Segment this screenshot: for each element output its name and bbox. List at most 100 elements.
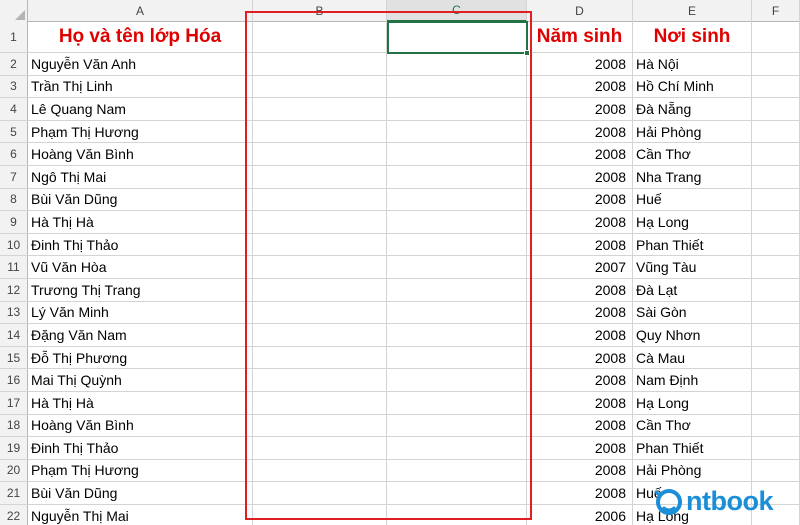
empty-cell-c[interactable] [387,369,527,391]
year-cell[interactable]: 2008 [527,188,633,211]
empty-cell-b[interactable] [253,482,387,504]
empty-cell-f[interactable] [752,211,800,233]
place-cell[interactable]: Phan Thiết [633,437,752,459]
empty-cell-c[interactable] [387,324,527,346]
empty-cell-f[interactable] [752,278,800,301]
row-number[interactable]: 10 [0,233,28,256]
empty-cell-b[interactable] [253,165,387,188]
row-number[interactable]: 15 [0,346,28,369]
year-cell[interactable]: 2006 [527,504,633,525]
name-cell[interactable]: Phạm Thị Hương [28,459,253,482]
place-cell[interactable]: Hạ Long [633,211,752,233]
name-header-cell[interactable]: Họ và tên lớp Hóa [28,22,253,52]
empty-cell-b[interactable] [253,233,387,256]
empty-cell-f[interactable] [752,188,800,211]
name-cell[interactable]: Trần Thị Linh [28,75,253,98]
empty-cell-f[interactable] [752,53,800,75]
cell-c1[interactable] [387,22,527,52]
name-cell[interactable]: Hà Thị Hà [28,211,253,233]
year-cell[interactable]: 2008 [527,143,633,165]
empty-cell-f[interactable] [752,165,800,188]
place-cell[interactable]: Huế [633,188,752,211]
place-cell[interactable]: Phan Thiết [633,233,752,256]
row-number[interactable]: 13 [0,301,28,324]
empty-cell-b[interactable] [253,301,387,324]
row-number[interactable]: 11 [0,256,28,278]
year-cell[interactable]: 2008 [527,211,633,233]
empty-cell-f[interactable] [752,256,800,278]
empty-cell-f[interactable] [752,346,800,369]
empty-cell-c[interactable] [387,482,527,504]
year-cell[interactable]: 2008 [527,301,633,324]
empty-cell-b[interactable] [253,98,387,120]
row-number[interactable]: 6 [0,143,28,165]
year-cell[interactable]: 2008 [527,482,633,504]
column-header-b[interactable]: B [253,0,387,22]
empty-cell-c[interactable] [387,120,527,143]
year-cell[interactable]: 2008 [527,369,633,391]
name-cell[interactable]: Ngô Thị Mai [28,165,253,188]
empty-cell-c[interactable] [387,188,527,211]
year-cell[interactable]: 2007 [527,256,633,278]
empty-cell-c[interactable] [387,278,527,301]
year-cell[interactable]: 2008 [527,278,633,301]
place-cell[interactable]: Cần Thơ [633,414,752,437]
row-number[interactable]: 14 [0,324,28,346]
empty-cell-c[interactable] [387,75,527,98]
select-all-button[interactable] [0,0,28,22]
empty-cell-f[interactable] [752,391,800,414]
year-header-cell[interactable]: Năm sinh [527,22,633,52]
empty-cell-b[interactable] [253,459,387,482]
cell-b1[interactable] [253,22,387,52]
year-cell[interactable]: 2008 [527,346,633,369]
year-cell[interactable]: 2008 [527,120,633,143]
row-number[interactable]: 3 [0,75,28,98]
empty-cell-c[interactable] [387,391,527,414]
name-cell[interactable]: Đỗ Thị Phương [28,346,253,369]
column-header-e[interactable]: E [633,0,752,22]
year-cell[interactable]: 2008 [527,53,633,75]
year-cell[interactable]: 2008 [527,459,633,482]
empty-cell-c[interactable] [387,346,527,369]
empty-cell-c[interactable] [387,504,527,525]
row-number[interactable]: 16 [0,369,28,391]
place-cell[interactable]: Đà Nẵng [633,98,752,120]
empty-cell-f[interactable] [752,120,800,143]
name-cell[interactable]: Đinh Thị Thảo [28,233,253,256]
empty-cell-f[interactable] [752,75,800,98]
name-cell[interactable]: Hoàng Văn Bình [28,143,253,165]
empty-cell-b[interactable] [253,278,387,301]
year-cell[interactable]: 2008 [527,414,633,437]
place-cell[interactable]: Hải Phòng [633,120,752,143]
cell-f1[interactable] [752,22,800,52]
row-number[interactable]: 1 [0,22,28,52]
empty-cell-b[interactable] [253,143,387,165]
empty-cell-f[interactable] [752,414,800,437]
empty-cell-f[interactable] [752,301,800,324]
empty-cell-c[interactable] [387,414,527,437]
column-header-f[interactable]: F [752,0,800,22]
empty-cell-c[interactable] [387,98,527,120]
row-number[interactable]: 18 [0,414,28,437]
name-cell[interactable]: Bùi Văn Dũng [28,188,253,211]
column-header-c[interactable]: C [387,0,527,22]
name-cell[interactable]: Trương Thị Trang [28,278,253,301]
empty-cell-f[interactable] [752,233,800,256]
empty-cell-b[interactable] [253,391,387,414]
empty-cell-b[interactable] [253,346,387,369]
place-cell[interactable]: Vũng Tàu [633,256,752,278]
empty-cell-c[interactable] [387,437,527,459]
empty-cell-b[interactable] [253,324,387,346]
empty-cell-c[interactable] [387,53,527,75]
empty-cell-f[interactable] [752,437,800,459]
empty-cell-c[interactable] [387,143,527,165]
name-cell[interactable]: Vũ Văn Hòa [28,256,253,278]
empty-cell-c[interactable] [387,165,527,188]
place-cell[interactable]: Hạ Long [633,391,752,414]
place-cell[interactable]: Hà Nội [633,53,752,75]
row-number[interactable]: 2 [0,53,28,75]
name-cell[interactable]: Bùi Văn Dũng [28,482,253,504]
name-cell[interactable]: Mai Thị Quỳnh [28,369,253,391]
empty-cell-c[interactable] [387,211,527,233]
place-cell[interactable]: Cần Thơ [633,143,752,165]
